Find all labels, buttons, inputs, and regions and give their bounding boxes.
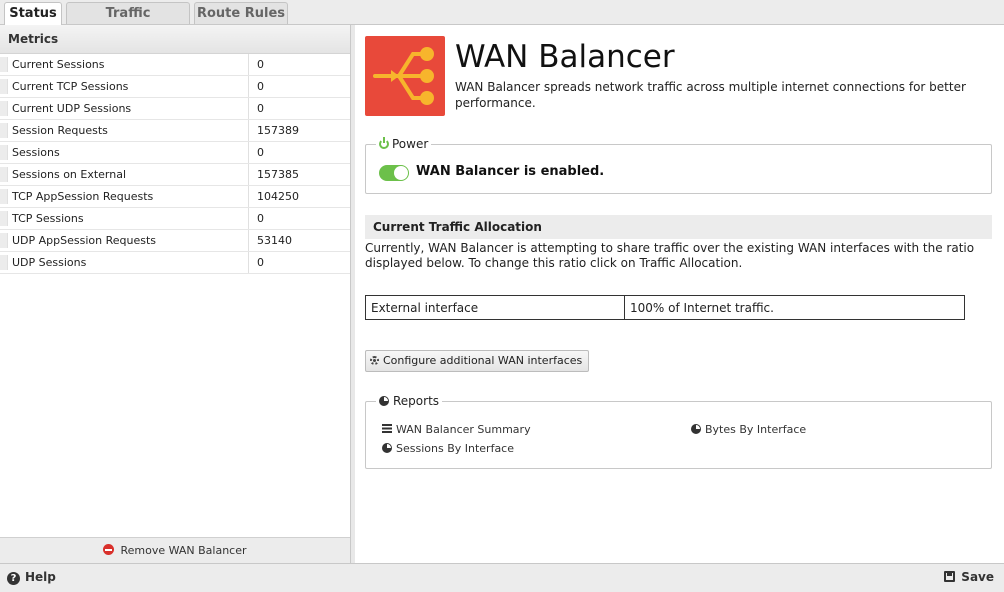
report-link-label: Sessions By Interface bbox=[396, 442, 514, 455]
metric-row[interactable]: Current UDP Sessions 0 bbox=[0, 98, 350, 120]
row-marker bbox=[0, 101, 8, 116]
traffic-allocation-description: Currently, WAN Balancer is attempting to… bbox=[365, 241, 975, 270]
row-marker bbox=[0, 167, 8, 182]
metric-value: 0 bbox=[257, 146, 264, 159]
toggle-knob bbox=[394, 166, 408, 180]
metric-row[interactable]: Current Sessions 0 bbox=[0, 54, 350, 76]
power-toggle[interactable] bbox=[379, 165, 409, 181]
metric-value: 157385 bbox=[257, 168, 299, 181]
interface-name-cell: External interface bbox=[365, 295, 625, 320]
tab-route-rules[interactable]: Route Rules bbox=[194, 2, 288, 24]
row-marker bbox=[0, 57, 8, 72]
report-link-sessions-by-interface[interactable]: Sessions By Interface bbox=[382, 442, 514, 456]
metric-row[interactable]: Session Requests 157389 bbox=[0, 120, 350, 142]
remove-icon bbox=[103, 544, 115, 555]
metrics-grid: Current Sessions 0 Current TCP Sessions 0 … bbox=[0, 54, 350, 274]
tab-traffic-allocation[interactable]: Traffic Allocation bbox=[66, 2, 190, 42]
metrics-header: Metrics bbox=[0, 25, 350, 54]
save-icon bbox=[944, 571, 956, 582]
app-description: WAN Balancer spreads network traffic acr… bbox=[455, 80, 966, 110]
row-marker bbox=[0, 189, 8, 204]
metrics-panel: Metrics Current Sessions 0 Current TCP Se… bbox=[0, 25, 351, 564]
metric-row[interactable]: TCP AppSession Requests 104250 bbox=[0, 186, 350, 208]
help-button[interactable]: ? Help bbox=[7, 570, 56, 585]
metric-value: 0 bbox=[257, 102, 264, 115]
metric-name: Current TCP Sessions bbox=[12, 76, 249, 97]
metric-value: 0 bbox=[257, 80, 264, 93]
page-title: WAN Balancer bbox=[455, 39, 675, 75]
metric-name: TCP Sessions bbox=[12, 208, 249, 229]
footer-bar: ? Help Save bbox=[0, 563, 1004, 592]
traffic-allocation-header: Current Traffic Allocation bbox=[365, 215, 992, 239]
reports-fieldset: Reports WAN Balancer Summary Bytes By In… bbox=[365, 393, 992, 469]
metric-value: 0 bbox=[257, 256, 264, 269]
pie-chart-icon bbox=[691, 424, 701, 434]
metric-row[interactable]: Current TCP Sessions 0 bbox=[0, 76, 350, 98]
power-legend: Power bbox=[376, 136, 432, 152]
metric-value: 104250 bbox=[257, 190, 299, 203]
metric-name: Sessions bbox=[12, 142, 249, 163]
list-icon bbox=[382, 424, 392, 433]
metric-row[interactable]: TCP Sessions 0 bbox=[0, 208, 350, 230]
metric-value: 0 bbox=[257, 58, 264, 71]
metric-name: Session Requests bbox=[12, 120, 249, 141]
power-icon bbox=[379, 137, 389, 149]
power-legend-label: Power bbox=[392, 137, 429, 151]
row-marker bbox=[0, 123, 8, 138]
metric-row[interactable]: UDP AppSession Requests 53140 bbox=[0, 230, 350, 252]
help-label: Help bbox=[25, 570, 56, 584]
gear-icon bbox=[370, 356, 379, 365]
power-status-text: WAN Balancer is enabled. bbox=[416, 164, 605, 179]
remove-app-button[interactable]: Remove WAN Balancer bbox=[0, 537, 350, 564]
metric-name: Current UDP Sessions bbox=[12, 98, 249, 119]
table-row: External interface 100% of Internet traf… bbox=[365, 295, 965, 320]
traffic-allocation-table: External interface 100% of Internet traf… bbox=[365, 295, 965, 320]
metric-value: 53140 bbox=[257, 234, 292, 247]
metric-name: TCP AppSession Requests bbox=[12, 186, 249, 207]
report-link-wan-balancer-summary[interactable]: WAN Balancer Summary bbox=[382, 423, 531, 437]
wan-balancer-logo bbox=[365, 36, 445, 116]
metric-name: UDP Sessions bbox=[12, 252, 249, 273]
metric-name: UDP AppSession Requests bbox=[12, 230, 249, 251]
save-button[interactable]: Save bbox=[944, 570, 994, 585]
traffic-share-cell: 100% of Internet traffic. bbox=[624, 295, 965, 320]
configure-wan-interfaces-label: Configure additional WAN interfaces bbox=[383, 354, 583, 367]
metric-value: 0 bbox=[257, 212, 264, 225]
reports-legend: Reports bbox=[376, 393, 443, 409]
wan-balancer-logo-icon bbox=[373, 47, 434, 105]
configure-wan-interfaces-button[interactable]: Configure additional WAN interfaces bbox=[365, 350, 590, 372]
tab-bar: Status Traffic Allocation Route Rules bbox=[0, 0, 1004, 42]
metric-row[interactable]: Sessions on External 157385 bbox=[0, 164, 350, 186]
report-link-label: Bytes By Interface bbox=[705, 423, 807, 436]
tab-status[interactable]: Status bbox=[4, 2, 62, 25]
row-marker bbox=[0, 211, 8, 226]
remove-app-label: Remove WAN Balancer bbox=[120, 544, 247, 557]
save-label: Save bbox=[961, 570, 994, 584]
row-marker bbox=[0, 79, 8, 94]
help-icon: ? bbox=[7, 572, 20, 585]
row-marker bbox=[0, 255, 8, 270]
reports-legend-label: Reports bbox=[393, 394, 440, 408]
row-marker bbox=[0, 233, 8, 248]
metric-name: Current Sessions bbox=[12, 54, 249, 75]
status-panel: WAN Balancer WAN Balancer spreads networ… bbox=[355, 25, 1004, 563]
report-link-bytes-by-interface[interactable]: Bytes By Interface bbox=[691, 423, 806, 437]
metric-row[interactable]: Sessions 0 bbox=[0, 142, 350, 164]
metric-value: 157389 bbox=[257, 124, 299, 137]
row-marker bbox=[0, 145, 8, 160]
pie-chart-icon bbox=[382, 443, 392, 453]
metric-name: Sessions on External bbox=[12, 164, 249, 185]
report-link-label: WAN Balancer Summary bbox=[396, 423, 531, 436]
power-fieldset: Power WAN Balancer is enabled. bbox=[365, 136, 992, 194]
pie-chart-icon bbox=[379, 396, 389, 406]
metric-row[interactable]: UDP Sessions 0 bbox=[0, 252, 350, 274]
